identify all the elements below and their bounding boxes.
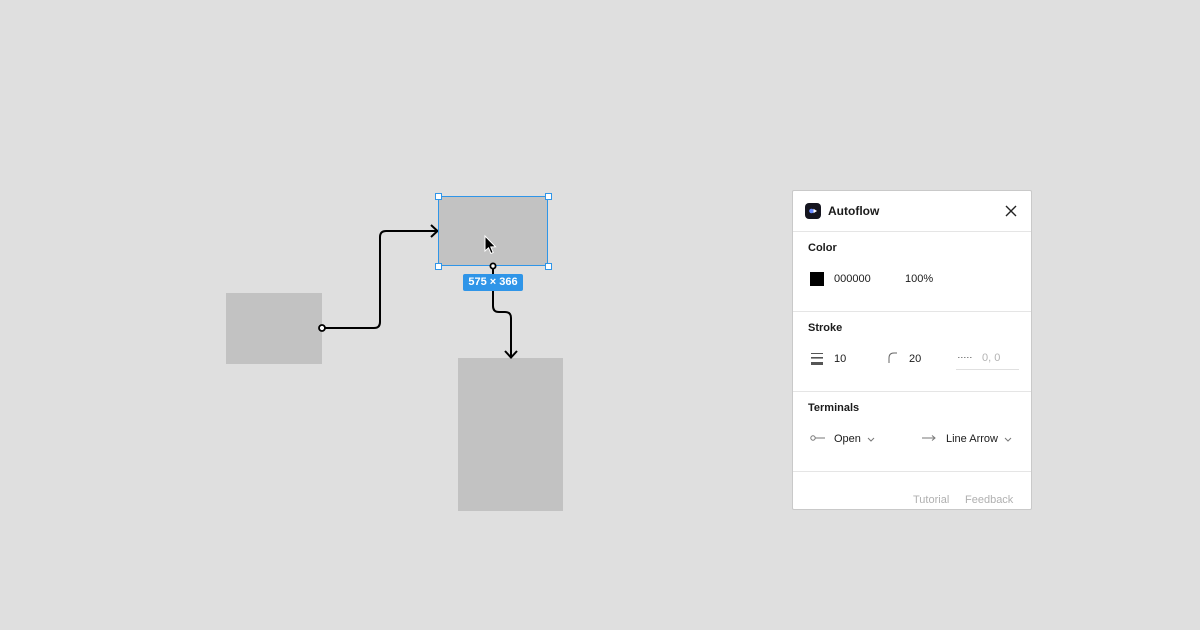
- corner-radius-input[interactable]: 20: [909, 353, 921, 365]
- end-terminal-icon: [922, 435, 936, 441]
- selection-size-label: 575 × 366: [463, 274, 523, 291]
- chevron-down-icon: [1004, 437, 1012, 442]
- dash-pattern-input[interactable]: 0, 0: [982, 352, 1000, 364]
- autoflow-plugin-panel: Autoflow Color 000000 100% Stroke 10 20 …: [792, 190, 1032, 510]
- autoflow-logo-icon: [805, 203, 821, 219]
- stroke-section: Stroke 10 20 0, 0: [793, 312, 1031, 392]
- panel-footer: Tutorial Feedback: [793, 472, 1031, 516]
- feedback-link[interactable]: Feedback: [965, 494, 1013, 506]
- tutorial-link[interactable]: Tutorial: [913, 494, 949, 506]
- connector-start-dot-top: [489, 262, 497, 270]
- stroke-weight-input[interactable]: 10: [834, 353, 846, 365]
- mouse-cursor-icon: [484, 234, 497, 255]
- stroke-weight-icon: [811, 353, 823, 365]
- color-opacity-input[interactable]: 100%: [905, 273, 933, 285]
- end-terminal-value: Line Arrow: [946, 433, 998, 445]
- chevron-down-icon: [867, 437, 875, 442]
- color-hex-input[interactable]: 000000: [834, 273, 871, 285]
- panel-header: Autoflow: [793, 191, 1031, 232]
- terminals-section-title: Terminals: [808, 402, 860, 414]
- corner-radius-icon: [888, 352, 897, 363]
- color-section: Color 000000 100%: [793, 232, 1031, 312]
- start-terminal-dropdown[interactable]: Open: [834, 433, 875, 445]
- end-terminal-dropdown[interactable]: Line Arrow: [946, 433, 1012, 445]
- panel-title: Autoflow: [828, 204, 880, 218]
- dash-pattern-icon: [958, 357, 972, 358]
- stroke-section-title: Stroke: [808, 322, 843, 334]
- terminals-section: Terminals Open Line Arrow: [793, 392, 1031, 472]
- start-terminal-icon: [810, 435, 825, 441]
- dash-pattern-field[interactable]: 0, 0: [956, 346, 1019, 370]
- color-section-title: Color: [808, 242, 837, 254]
- close-icon[interactable]: [1003, 203, 1019, 219]
- color-swatch[interactable]: [810, 272, 824, 286]
- start-terminal-value: Open: [834, 433, 861, 445]
